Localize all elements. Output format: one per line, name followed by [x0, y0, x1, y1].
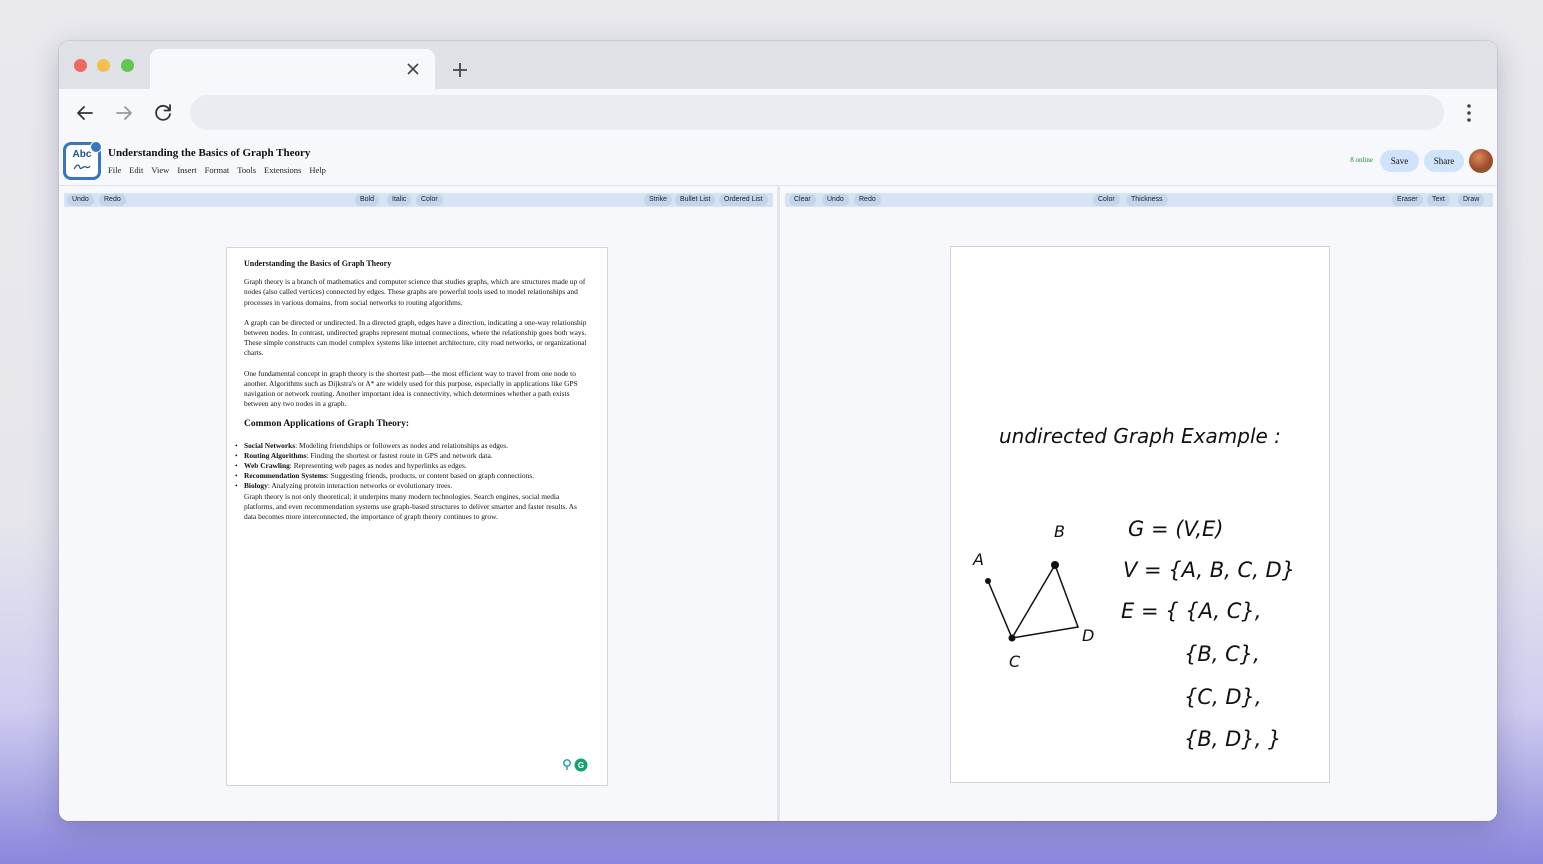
- drawing-pane: Clear Undo Redo Color Thickness Eraser T…: [780, 186, 1497, 821]
- menu-tools[interactable]: Tools: [237, 165, 256, 175]
- paragraph-1: Graph theory is a branch of mathematics …: [244, 277, 586, 307]
- canvas-undo-button[interactable]: Undo: [822, 194, 849, 206]
- forward-arrow-icon[interactable]: [112, 101, 136, 125]
- eraser-button[interactable]: Eraser: [1392, 194, 1423, 206]
- list-item-term: Web Crawling: [244, 461, 290, 471]
- node-label-a: A: [972, 550, 984, 569]
- maximize-window-button[interactable]: [121, 59, 134, 72]
- italic-button[interactable]: Italic: [387, 194, 412, 206]
- list-item: Routing Algorithms: Finding the shortest…: [235, 450, 589, 461]
- canvas-redo-button[interactable]: Redo: [854, 194, 881, 206]
- drawing-title: undirected Graph Example :: [999, 424, 1281, 448]
- thickness-button[interactable]: Thickness: [1126, 194, 1168, 206]
- definition-g: G = (V,E): [1128, 517, 1224, 541]
- applications-list: Social Networks: Modeling friendships or…: [235, 440, 589, 523]
- menu-file[interactable]: File: [108, 165, 121, 175]
- save-button[interactable]: Save: [1380, 150, 1419, 172]
- strike-button[interactable]: Strike: [644, 194, 672, 206]
- close-icon[interactable]: [403, 59, 423, 79]
- users-icon: [90, 141, 102, 153]
- list-item-desc: : Analyzing protein interaction networks…: [267, 481, 453, 491]
- address-bar[interactable]: [190, 95, 1444, 130]
- document-heading: Understanding the Basics of Graph Theory: [244, 259, 392, 268]
- edge-c-b: [1011, 564, 1056, 639]
- list-item: Web Crawling: Representing web pages as …: [235, 461, 589, 471]
- canvas-toolbar: Clear Undo Redo Color Thickness Eraser T…: [785, 193, 1493, 207]
- clear-button[interactable]: Clear: [789, 194, 816, 206]
- editor-undo-button[interactable]: Undo: [67, 194, 94, 206]
- list-item-desc: : Modeling friendships or followers as n…: [295, 440, 508, 450]
- menu-bar: File Edit View Insert Format Tools Exten…: [108, 165, 326, 175]
- editor-toolbar: Undo Redo Bold Italic Color Strike Bulle…: [64, 193, 773, 207]
- definition-e-line2: {B, C},: [1184, 642, 1260, 666]
- menu-help[interactable]: Help: [309, 165, 326, 175]
- menu-extensions[interactable]: Extensions: [264, 165, 301, 175]
- list-item-desc: : Representing web pages as nodes and hy…: [289, 461, 467, 471]
- paragraph-3: One fundamental concept in graph theory …: [244, 368, 578, 409]
- node-b: [1051, 561, 1059, 569]
- definition-v: V = {A, B, C, D}: [1123, 558, 1295, 582]
- grammar-assistant-icon[interactable]: G: [560, 757, 590, 773]
- new-tab-icon[interactable]: [449, 59, 471, 81]
- node-c: [1008, 634, 1016, 642]
- document-page[interactable]: Understanding the Basics of Graph Theory…: [226, 247, 608, 786]
- text-tool-button[interactable]: Text: [1427, 194, 1450, 206]
- pen-color-button[interactable]: Color: [1093, 194, 1120, 206]
- menu-format[interactable]: Format: [205, 165, 230, 175]
- app-header: Abc Understanding the Basics of Graph Th…: [59, 136, 1497, 186]
- document-title[interactable]: Understanding the Basics of Graph Theory: [108, 147, 310, 159]
- drawing-canvas[interactable]: undirected Graph Example : A B C D G = (…: [950, 246, 1330, 783]
- text-editor-pane: Undo Redo Bold Italic Color Strike Bulle…: [59, 186, 777, 821]
- node-a: [985, 578, 991, 584]
- browser-tab[interactable]: [150, 49, 435, 89]
- list-item: Biology: Analyzing protein interaction n…: [235, 481, 589, 522]
- edge-b-d: [1054, 564, 1079, 628]
- list-item: Recommendation Systems: Suggesting frien…: [235, 471, 589, 481]
- signature-icon: [73, 164, 91, 170]
- draw-tool-button[interactable]: Draw: [1458, 194, 1485, 206]
- close-window-button[interactable]: [74, 59, 87, 72]
- reload-icon[interactable]: [151, 101, 175, 125]
- list-item-term: Recommendation Systems: [244, 471, 327, 481]
- editor-redo-button[interactable]: Redo: [99, 194, 126, 206]
- list-item-desc: : Suggesting friends, products, or conte…: [326, 471, 535, 481]
- app-logo-text: Abc: [72, 149, 92, 160]
- closing-paragraph: Graph theory is not only theoretical; it…: [244, 491, 577, 522]
- list-item-term: Social Networks: [244, 440, 296, 450]
- list-item-term: Biology: [244, 481, 268, 491]
- text-color-button[interactable]: Color: [416, 194, 443, 206]
- svg-text:G: G: [578, 761, 584, 770]
- applications-heading: Common Applications of Graph Theory:: [244, 419, 410, 430]
- definition-e-line3: {C, D},: [1184, 685, 1262, 709]
- browser-window: Abc Understanding the Basics of Graph Th…: [59, 41, 1497, 821]
- share-button[interactable]: Share: [1424, 150, 1464, 172]
- node-label-c: C: [1009, 652, 1021, 671]
- ordered-list-button[interactable]: Ordered List: [719, 194, 768, 206]
- browser-toolbar: [59, 89, 1497, 136]
- menu-edit[interactable]: Edit: [129, 165, 143, 175]
- avatar[interactable]: [1469, 149, 1493, 173]
- more-menu-icon[interactable]: [1457, 101, 1481, 125]
- list-item-desc: : Finding the shortest or fastest route …: [306, 450, 493, 460]
- menu-insert[interactable]: Insert: [177, 165, 196, 175]
- node-label-d: D: [1082, 626, 1094, 645]
- definition-e: E = { {A, C},: [1121, 599, 1261, 623]
- paragraph-2: A graph can be directed or undirected. I…: [244, 317, 587, 358]
- list-item: Social Networks: Modeling friendships or…: [235, 440, 589, 451]
- node-label-b: B: [1054, 522, 1065, 541]
- drawing-surface[interactable]: undirected Graph Example : A B C D G = (…: [951, 247, 1331, 784]
- app-logo[interactable]: Abc: [63, 141, 102, 180]
- back-arrow-icon[interactable]: [73, 101, 97, 125]
- bullet-list-button[interactable]: Bullet List: [675, 194, 716, 206]
- list-item-term: Routing Algorithms: [244, 450, 307, 460]
- tab-bar: [59, 41, 1497, 89]
- minimize-window-button[interactable]: [97, 59, 110, 72]
- online-status: 8 online: [1350, 156, 1373, 164]
- edge-a-c: [987, 580, 1013, 639]
- document-body[interactable]: Understanding the Basics of Graph Theory…: [235, 259, 589, 523]
- edge-c-d: [1011, 626, 1079, 639]
- bold-button[interactable]: Bold: [355, 194, 380, 206]
- definition-e-line4: {B, D}, }: [1184, 727, 1281, 751]
- menu-view[interactable]: View: [151, 165, 169, 175]
